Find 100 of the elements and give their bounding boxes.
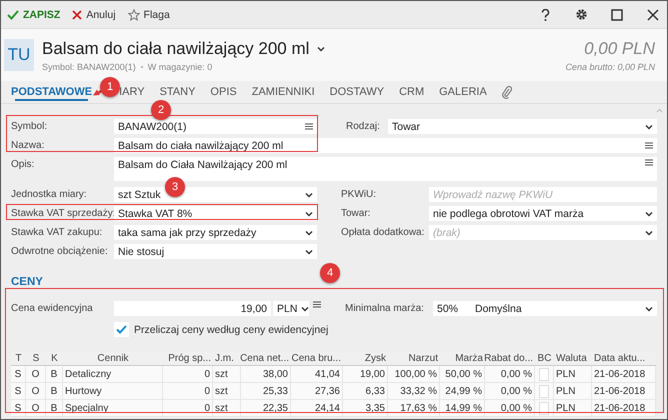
table-cell: B xyxy=(46,383,63,400)
table-cell: 0 xyxy=(163,400,213,417)
column-header[interactable]: Narzut xyxy=(388,351,440,365)
field-label: Symbol: xyxy=(11,120,48,134)
table-cell: 21-06-2018 xyxy=(592,383,656,400)
input-field[interactable]: Balsam do Ciała Nawilżający 200 ml xyxy=(114,157,657,181)
tab[interactable]: GALERIA xyxy=(439,86,487,98)
table-cell: 25,33 xyxy=(241,383,291,400)
table-cell: 100,00 % xyxy=(388,366,440,383)
column-header[interactable]: Marża xyxy=(440,351,485,365)
check-icon xyxy=(7,10,19,20)
close-icon xyxy=(72,10,82,20)
price-input[interactable]: 19,00 xyxy=(114,301,271,316)
table-cell: 33,32 % xyxy=(388,383,440,400)
table-cell: 0,00 % xyxy=(485,400,535,417)
table-cell: PLN xyxy=(554,366,592,383)
dropdown-icon xyxy=(317,46,326,52)
column-header[interactable]: Cennik xyxy=(63,351,163,365)
table-cell: 24,99 % xyxy=(440,383,485,400)
field-label: Opłata dodatkowa: xyxy=(341,226,426,240)
checkbox-label: Przeliczaj ceny według ceny ewidencyjnej xyxy=(134,324,328,336)
flag-button[interactable]: Flaga xyxy=(128,8,170,20)
table-cell: 21-06-2018 xyxy=(592,366,656,383)
column-header[interactable]: T xyxy=(11,351,26,365)
select-field[interactable]: Nie stosuj xyxy=(114,244,317,259)
tab[interactable]: STANY xyxy=(160,86,196,98)
select-field[interactable]: Towar xyxy=(388,119,657,134)
input-field[interactable]: Balsam do ciała nawilżający 200 ml xyxy=(114,138,657,153)
table-cell: 14,99 % xyxy=(440,400,485,417)
select-field[interactable]: taka sama jak przy sprzedaży xyxy=(114,225,317,240)
tab[interactable]: CRM xyxy=(399,86,424,98)
column-header[interactable]: Próg sp... xyxy=(163,351,213,365)
checkbox[interactable] xyxy=(114,322,129,337)
column-header[interactable]: BC xyxy=(535,351,554,365)
callout-marker: 4 xyxy=(320,263,340,283)
column-header[interactable]: Waluta xyxy=(554,351,592,365)
table-cell: 0 xyxy=(163,383,213,400)
table-cell: B xyxy=(46,400,63,417)
menu-icon[interactable] xyxy=(645,159,653,166)
table-cell: 22,35 xyxy=(241,400,291,417)
field-label: Nazwa: xyxy=(11,139,46,153)
tab[interactable]: ZAMIENNIKI xyxy=(252,86,315,98)
chevron-icon xyxy=(645,230,653,236)
column-header[interactable]: Rabat do... xyxy=(485,351,535,365)
column-header[interactable]: J.m. xyxy=(213,351,241,365)
gross-price-text: Cena brutto: 0,00 PLN xyxy=(565,62,655,72)
table-cell: 38,00 xyxy=(241,366,291,383)
table-cell: 21-06-2018 xyxy=(592,400,656,417)
table-cell: S xyxy=(11,366,26,383)
chevron-icon xyxy=(301,306,310,312)
table-cell: 0,00 % xyxy=(485,366,535,383)
column-header[interactable]: Cena bru... xyxy=(291,351,343,365)
field-label: Odwrotne obciążenie: xyxy=(11,245,109,259)
column-header[interactable]: Data aktu... xyxy=(592,351,656,365)
menu-icon[interactable] xyxy=(313,301,321,308)
tab[interactable]: PODSTAWOWE xyxy=(11,86,92,98)
section-heading: CENY xyxy=(11,276,43,288)
item-type-badge: TU xyxy=(4,39,34,71)
field-label: Opis: xyxy=(11,158,36,172)
field-label: Towar: xyxy=(341,207,372,221)
select-field[interactable]: 50% Domyślna xyxy=(433,301,657,316)
tab[interactable]: OPIS xyxy=(210,86,237,98)
table-cell: 24,14 xyxy=(291,400,343,417)
close-icon[interactable] xyxy=(645,6,661,22)
save-button[interactable]: ZAPISZ xyxy=(7,8,60,20)
input-field[interactable]: BANAW200(1) xyxy=(114,119,317,134)
table-cell: 41,04 xyxy=(291,366,343,383)
chevron-icon xyxy=(305,192,313,198)
stock-text: W magazynie: 0 xyxy=(148,62,212,72)
product-title: Balsam do ciała nawilżający 200 ml xyxy=(42,38,310,58)
chevron-icon xyxy=(305,248,313,254)
chevron-icon xyxy=(645,210,653,216)
column-header[interactable]: Zysk xyxy=(343,351,388,365)
tab[interactable]: DOSTAWY xyxy=(330,86,384,98)
select-field[interactable]: nie podlega obrotowi VAT marża xyxy=(429,206,657,221)
table-cell: szt xyxy=(213,383,241,400)
chevron-icon xyxy=(305,210,313,216)
select-field[interactable]: Stawka VAT 8% xyxy=(114,206,317,221)
table-cell: O xyxy=(26,366,46,383)
menu-icon[interactable] xyxy=(305,123,313,130)
checkbox[interactable] xyxy=(539,368,549,381)
table-cell: PLN xyxy=(554,383,592,400)
table-cell: 50,00 % xyxy=(440,366,485,383)
menu-icon[interactable] xyxy=(645,142,653,149)
checkbox[interactable] xyxy=(539,385,549,398)
tab[interactable]: IARY xyxy=(119,86,145,98)
chevron-icon xyxy=(645,124,653,130)
column-header[interactable]: S xyxy=(26,351,46,365)
table-cell: 0,00 % xyxy=(485,383,535,400)
field-label: Rodzaj: xyxy=(346,120,381,134)
checkbox[interactable] xyxy=(539,402,549,415)
currency-select[interactable]: PLN xyxy=(273,301,309,316)
table-cell: 19,00 xyxy=(343,366,388,383)
maximize-icon[interactable] xyxy=(609,6,625,22)
cancel-button[interactable]: Anuluj xyxy=(72,8,116,20)
chevron-icon xyxy=(645,306,653,312)
table-cell: szt xyxy=(213,366,241,383)
column-header[interactable]: Cena net... xyxy=(241,351,291,365)
paperclip-icon[interactable] xyxy=(502,86,512,98)
column-header[interactable]: K xyxy=(46,351,63,365)
